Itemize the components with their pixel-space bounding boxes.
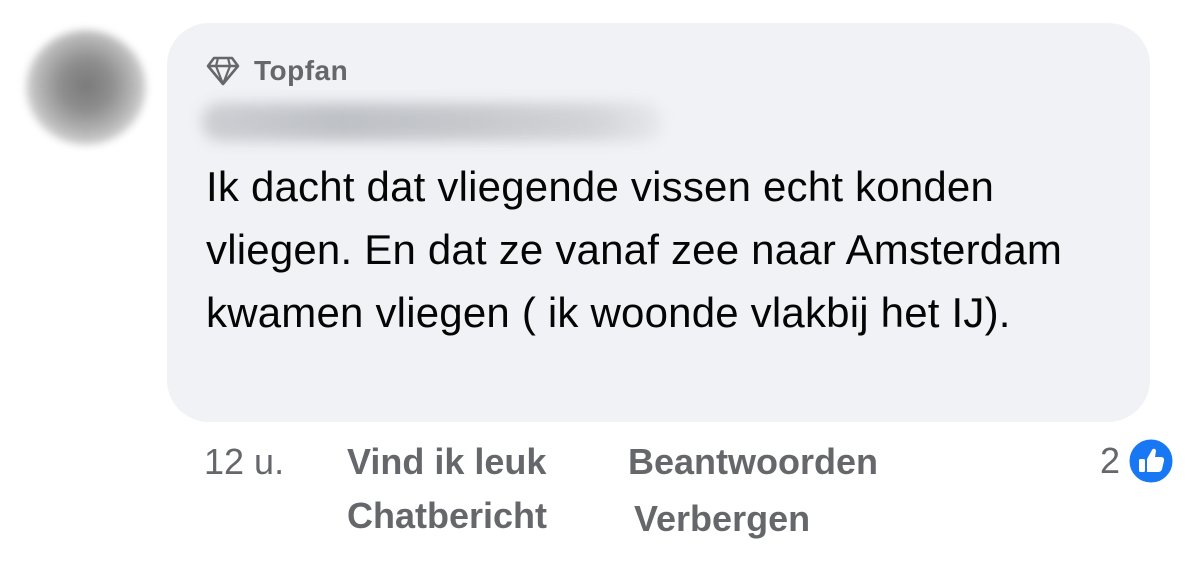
- diamond-icon: [206, 56, 240, 86]
- reaction-count: 2: [1099, 440, 1120, 481]
- timestamp[interactable]: 12 u.: [204, 441, 284, 483]
- reply-button[interactable]: Beantwoorden: [628, 441, 878, 483]
- hide-button[interactable]: Verbergen: [634, 498, 810, 540]
- badge-label: Topfan: [254, 55, 349, 86]
- message-button[interactable]: Chatbericht: [347, 495, 547, 537]
- comment-text: Ik dacht dat vliegende vissen echt konde…: [206, 163, 1063, 336]
- reaction-summary[interactable]: 2: [1100, 436, 1176, 486]
- like-button[interactable]: Vind ik leuk: [347, 441, 546, 483]
- topfan-badge[interactable]: Topfan: [206, 53, 348, 89]
- avatar[interactable]: [26, 30, 146, 145]
- author-name-redacted[interactable]: [202, 103, 662, 141]
- like-icon: [1126, 436, 1176, 486]
- comment-container: Topfan Ik dacht dat vliegende vissen ech…: [0, 0, 1200, 565]
